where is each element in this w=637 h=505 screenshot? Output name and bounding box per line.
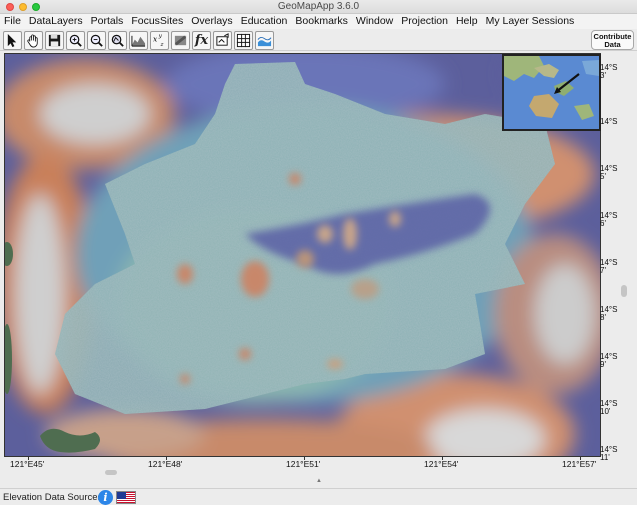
menu-window[interactable]: Window [352, 14, 397, 29]
vertical-scrollbar[interactable] [621, 285, 627, 297]
zoom-rect-icon[interactable] [108, 31, 127, 50]
menu-bar: File DataLayers Portals FocusSites Overl… [0, 14, 637, 29]
xyz-icon[interactable]: xyz [150, 31, 169, 50]
menu-focussites[interactable]: FocusSites [127, 14, 187, 29]
sun-illumination-icon[interactable] [213, 31, 232, 50]
scroll-up-arrow-icon[interactable]: ▲ [316, 478, 322, 484]
menu-datalayers[interactable]: DataLayers [25, 14, 87, 29]
contribute-data-button[interactable]: Contribute Data [591, 30, 634, 50]
lat-label: 14°S 3' [600, 63, 618, 80]
lon-label: 121°E45' [10, 459, 45, 469]
lon-label: 121°E51' [286, 459, 321, 469]
world-inset-icon [504, 56, 599, 129]
menu-file[interactable]: File [0, 14, 25, 29]
menu-education[interactable]: Education [237, 14, 292, 29]
lon-label: 121°E57' [562, 459, 597, 469]
menu-help[interactable]: Help [452, 14, 482, 29]
save-icon[interactable] [45, 31, 64, 50]
inset-locator-map[interactable] [502, 54, 601, 131]
lat-label: 14°S 10' [600, 399, 618, 416]
lon-label: 121°E54' [424, 459, 459, 469]
lat-label: 14°S 7' [600, 258, 618, 275]
title-bar: GeoMapApp 3.6.0 [0, 0, 637, 14]
status-bar: Elevation Data Sources i [0, 488, 637, 505]
svg-text:x: x [153, 34, 158, 43]
lat-label: 14°S 9' [600, 352, 618, 369]
elevation-data-sources-label: Elevation Data Sources [3, 492, 103, 503]
us-flag-icon[interactable] [116, 491, 136, 504]
function-icon[interactable]: fx [192, 31, 211, 50]
lat-label: 14°S 8' [600, 305, 618, 322]
info-icon[interactable]: i [98, 490, 113, 505]
svg-text:z: z [159, 42, 163, 48]
grid-icon[interactable] [234, 31, 253, 50]
zoom-in-icon[interactable] [66, 31, 85, 50]
layers-icon[interactable] [255, 31, 274, 50]
lat-label: 14°S 6' [600, 211, 618, 228]
menu-my-layer-sessions[interactable]: My Layer Sessions [482, 14, 579, 29]
lon-label: 121°E48' [148, 459, 183, 469]
menu-projection[interactable]: Projection [397, 14, 452, 29]
lat-label: 14°S [600, 117, 618, 126]
lat-label: 14°S 5' [600, 164, 618, 181]
zoom-out-icon[interactable] [87, 31, 106, 50]
pan-hand-icon[interactable] [24, 31, 43, 50]
select-arrow-icon[interactable] [3, 31, 22, 50]
toolbar: xyz fx Contribute Data [0, 29, 637, 51]
contour-icon[interactable] [171, 31, 190, 50]
menu-overlays[interactable]: Overlays [187, 14, 236, 29]
menu-portals[interactable]: Portals [87, 14, 128, 29]
horizontal-scrollbar[interactable] [105, 470, 117, 475]
window-title: GeoMapApp 3.6.0 [277, 1, 360, 12]
menu-bookmarks[interactable]: Bookmarks [291, 14, 352, 29]
lat-label: 14°S 11' [600, 445, 618, 462]
profile-icon[interactable] [129, 31, 148, 50]
svg-text:y: y [158, 34, 163, 40]
